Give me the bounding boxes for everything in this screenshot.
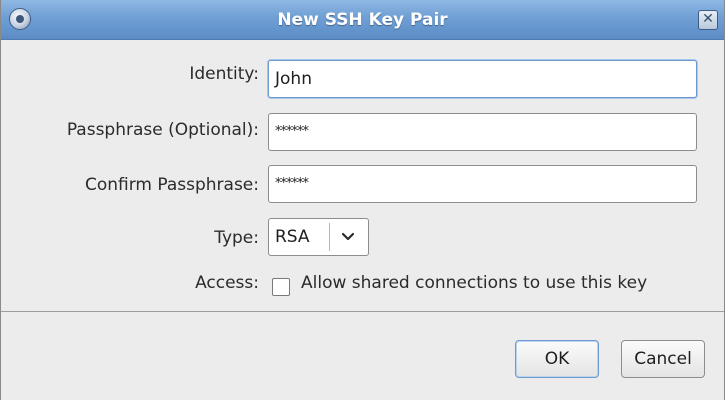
new-ssh-key-pair-dialog: New SSH Key Pair ✕ Identity: John Passph… (0, 0, 725, 400)
passphrase-label: Passphrase (Optional): (66, 120, 259, 140)
divider (1, 311, 724, 312)
cancel-button[interactable]: Cancel (621, 340, 705, 378)
access-label: Access: (195, 273, 259, 293)
dialog-title: New SSH Key Pair (277, 10, 448, 30)
close-icon[interactable]: ✕ (698, 10, 718, 30)
identity-field[interactable]: John (268, 60, 697, 98)
type-label: Type: (214, 228, 259, 248)
key-type-select[interactable]: RSA (268, 218, 369, 256)
title-bar: New SSH Key Pair ✕ (1, 0, 724, 40)
passphrase-field[interactable]: ****** (268, 113, 697, 151)
chevron-down-icon[interactable] (339, 228, 357, 246)
key-type-value: RSA (275, 227, 310, 247)
ok-button[interactable]: OK (515, 340, 599, 378)
allow-shared-connections-label[interactable]: Allow shared connections to use this key (301, 273, 647, 293)
dialog-content: Identity: John Passphrase (Optional): **… (1, 40, 724, 400)
identity-label: Identity: (189, 64, 259, 84)
confirm-passphrase-label: Confirm Passphrase: (84, 175, 259, 195)
allow-shared-connections-checkbox[interactable] (272, 278, 290, 296)
select-divider (329, 223, 330, 251)
confirm-passphrase-field[interactable]: ****** (268, 165, 697, 203)
